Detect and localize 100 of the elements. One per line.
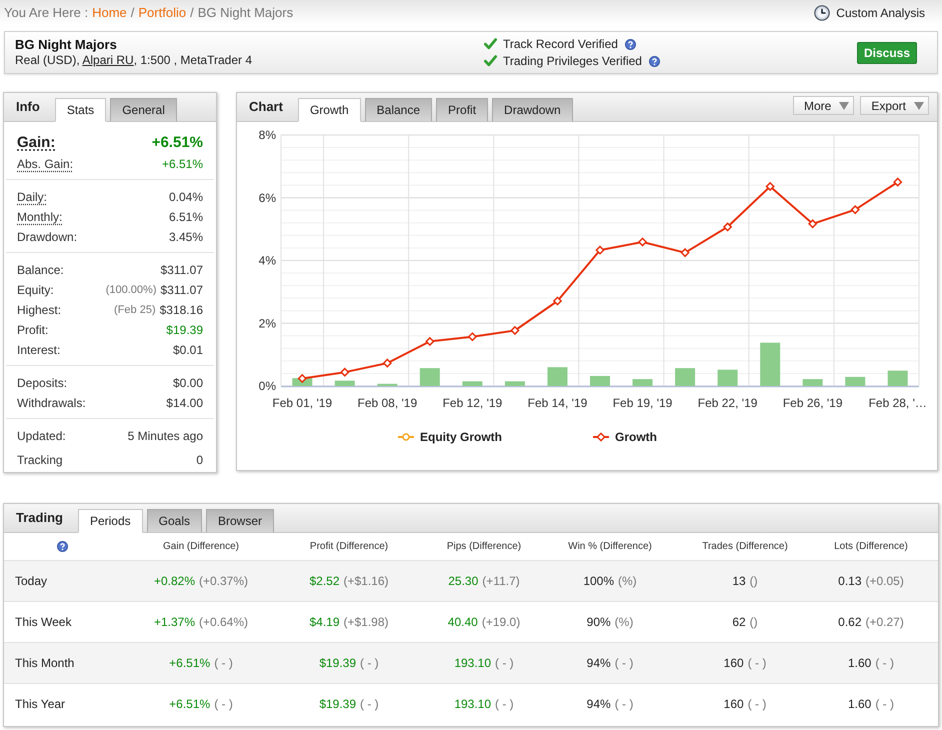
table-cell-text: $19.39 ( - ) [319, 655, 379, 672]
table-cell-text: 0.62 (+0.27) [838, 614, 904, 631]
stat-value: $0.00 [172, 375, 203, 392]
axis-label: Feb 26, '19 [782, 396, 842, 410]
axis-label: Feb 14, '19 [528, 396, 588, 410]
stat-value: $0.01 [172, 342, 203, 359]
axis-label: 2% [258, 316, 276, 330]
row-label: This Month [15, 656, 74, 670]
tab[interactable]: General [110, 98, 177, 122]
table-cell-text: $2.52 (+$1.16) [309, 573, 389, 590]
tab[interactable]: Drawdown [492, 98, 573, 122]
stat-label: Abs. Gain: [17, 156, 74, 173]
stat-label: Balance: [17, 262, 64, 279]
help-icon[interactable] [624, 38, 636, 50]
tab[interactable]: Stats [54, 98, 106, 122]
axis-label: Feb 19, '19 [612, 396, 672, 410]
column-header: Trades (Difference) [702, 540, 788, 554]
legend-label[interactable]: Equity Growth [420, 430, 502, 444]
axis-label: Feb 01, '19 [272, 396, 332, 410]
clock-icon [814, 4, 830, 20]
stat-value: $14.00 [166, 395, 203, 412]
table-cell-text: 40.40 (+19.0) [448, 614, 520, 631]
stat-label: Gain: [17, 132, 56, 153]
stat-label: Monthly: [17, 209, 62, 226]
panel-title: Trading [16, 509, 63, 528]
axis-label: 4% [258, 254, 276, 268]
table-cell-text: +6.51% ( - ) [169, 696, 233, 713]
axis-label: Feb 12, '19 [442, 396, 502, 410]
stat-value: 0.04% [168, 189, 203, 206]
verification-label: Track Record Verified [503, 36, 618, 53]
stat-value: 3.45% [168, 229, 203, 246]
discuss-button[interactable]: Discuss [856, 42, 917, 64]
stat-label: Withdrawals: [17, 395, 86, 412]
stat-value: 6.51% [168, 209, 203, 226]
stat-label: Daily: [17, 189, 48, 206]
breadcrumb-separator: / [190, 4, 194, 22]
account-name: BG Night Majors [15, 37, 118, 53]
table-cell-text: 13 () [732, 573, 758, 590]
table-cell-text: 1.60 ( - ) [848, 696, 894, 713]
value-note: (Feb 25) [114, 302, 156, 318]
breadcrumb-current: BG Night Majors [198, 4, 294, 22]
row-label: This Week [15, 615, 72, 629]
table-cell-text: +0.82% (+0.37%) [154, 573, 248, 590]
stat-label: Updated: [17, 428, 66, 445]
tab[interactable]: Balance [364, 98, 432, 122]
legend-label[interactable]: Growth [615, 430, 657, 444]
row-label: This Year [15, 697, 66, 711]
account-details: Real (USD), Alpari RU, 1:500 , MetaTrader 4 [15, 53, 254, 68]
caret-icon [914, 102, 924, 110]
table-cell-text: 25.30 (+11.7) [448, 573, 520, 590]
table-cell-text: 62 () [732, 614, 758, 631]
tab[interactable]: Profit [436, 98, 488, 122]
panel-title: Info [16, 98, 40, 116]
axis-label: Feb 28, '… [868, 396, 927, 410]
stat-label: Deposits: [17, 375, 68, 392]
stat-label: Equity: [17, 282, 54, 299]
table-cell-text: 90% (%) [586, 614, 634, 631]
verification-label: Trading Privileges Verified [503, 53, 642, 70]
stat-label: Profit: [17, 322, 48, 339]
stat-value: $311.07 [160, 262, 203, 279]
caret-icon [839, 102, 850, 110]
custom-analysis-link[interactable]: Custom Analysis [814, 4, 925, 22]
stat-value: +6.51% [162, 156, 203, 173]
tab[interactable]: Browser [206, 509, 274, 533]
axis-label: Feb 08, '19 [358, 396, 418, 410]
help-icon[interactable] [57, 541, 68, 552]
row-label: Today [15, 574, 48, 588]
column-header: Win % (Difference) [568, 540, 652, 554]
axis-label: Feb 22, '19 [698, 396, 758, 410]
table-cell-text: 100% (%) [583, 573, 637, 590]
table-cell-text: 193.10 ( - ) [454, 655, 514, 672]
stat-value: 5 Minutes ago [128, 428, 203, 445]
stat-label: Interest: [17, 342, 60, 359]
column-header: Lots (Difference) [834, 540, 908, 554]
broker-link[interactable]: Alpari RU [82, 53, 134, 67]
axis-label: 0% [258, 379, 276, 393]
stat-label: Drawdown: [17, 229, 78, 246]
tab[interactable]: Periods [78, 509, 143, 533]
stat-value: $311.07 [160, 282, 203, 299]
table-cell-text: 193.10 ( - ) [454, 696, 514, 713]
dropdown-button[interactable]: More [792, 96, 854, 115]
stat-label: Tracking [17, 452, 63, 469]
table-cell-text: 160 ( - ) [724, 655, 766, 672]
dropdown-button[interactable]: Export [860, 96, 929, 115]
stat-label: Highest: [17, 302, 62, 319]
axis-label: 6% [258, 190, 276, 205]
table-cell-text: 160 ( - ) [724, 696, 766, 713]
value-note: (100.00%) [106, 282, 156, 298]
table-cell-text: 1.60 ( - ) [848, 655, 894, 672]
tab[interactable]: Goals [146, 509, 202, 533]
table-cell-text: $19.39 ( - ) [319, 696, 379, 713]
help-icon[interactable] [648, 56, 660, 66]
table-cell-text: $4.19 (+$1.98) [309, 614, 389, 631]
panel-title: Chart [249, 98, 283, 116]
stat-value: +6.51% [152, 132, 203, 153]
table-cell-text: 94% ( - ) [586, 696, 634, 713]
column-header: Profit (Difference) [310, 540, 388, 554]
tab[interactable]: Growth [298, 98, 361, 122]
breadcrumb-label: You Are Here : [4, 4, 88, 22]
column-header: Pips (Difference) [446, 540, 522, 554]
